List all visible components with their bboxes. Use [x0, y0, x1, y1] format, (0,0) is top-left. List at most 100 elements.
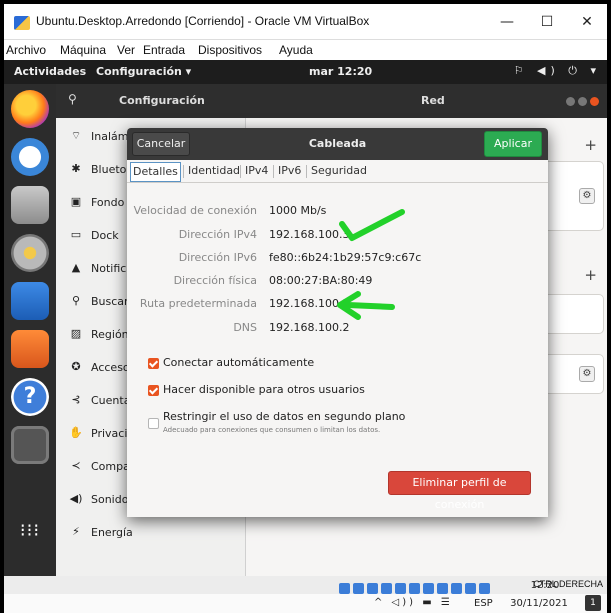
software-center-icon[interactable] [11, 330, 49, 368]
region-icon: ▨ [70, 327, 82, 340]
taskbar-date[interactable]: 30/11/2021 [504, 598, 574, 609]
sidebar-item-label: Dock [91, 229, 119, 242]
audio-icon[interactable] [367, 583, 378, 594]
cpu-icon[interactable] [451, 583, 462, 594]
usb-icon[interactable] [395, 583, 406, 594]
virtualbox-app-icon [14, 16, 30, 30]
language-indicator[interactable]: ESP [474, 598, 493, 609]
shared-folders-icon[interactable] [409, 583, 420, 594]
search-icon[interactable]: ⚲ [68, 92, 77, 106]
virtualbox-status-bar: CTRL DERECHA [4, 576, 607, 594]
network-icon[interactable] [381, 583, 392, 594]
sidebar-item-label: Sonido [91, 493, 129, 506]
detail-mac: Dirección física 08:00:27:BA:80:49 [127, 274, 548, 290]
sidebar-item-energía[interactable]: ⚡ Energía [56, 522, 246, 544]
share-users-checkbox[interactable] [148, 385, 159, 396]
add-vpn-icon[interactable]: + [584, 266, 597, 284]
settings-header: ⚲ Configuración Red [56, 84, 607, 118]
sidebar-title: Configuración [119, 94, 205, 107]
tab-separator [273, 165, 274, 178]
bluetooth-icon: ✱ [71, 162, 81, 175]
tab-ipv6[interactable]: IPv6 [276, 162, 303, 182]
restrict-data-label[interactable]: Restringir el uso de datos en segundo pl… [163, 410, 405, 423]
tab-ipv4[interactable]: IPv4 [243, 162, 270, 182]
detail-value: 08:00:27:BA:80:49 [269, 274, 373, 287]
app-menu[interactable]: Configuración ▾ [96, 65, 191, 78]
power-icon: ⚡ [72, 525, 80, 538]
restrict-data-checkbox[interactable] [148, 418, 159, 429]
menu-ver[interactable]: Ver [117, 43, 135, 57]
rhythmbox-icon[interactable] [11, 234, 49, 272]
wired-connection-dialog: Cancelar Cableada Aplicar Detalles Ident… [127, 128, 548, 517]
minimize-button[interactable]: — [487, 10, 527, 34]
green-arrow-annotation [337, 291, 395, 320]
notifications-icon[interactable]: 1 [585, 595, 601, 611]
sidebar-item-label: Buscar [91, 295, 129, 308]
wired-gear-icon[interactable]: ⚙ [579, 188, 595, 204]
virtualbox-menubar: Archivo Máquina Ver Entrada Dispositivos… [4, 40, 607, 60]
sound-icon: ◀) [69, 492, 83, 505]
menu-dispositivos[interactable]: Dispositivos [198, 43, 262, 57]
close-button[interactable]: ✕ [567, 10, 607, 34]
auto-connect-label[interactable]: Conectar automáticamente [163, 356, 314, 369]
menu-ayuda[interactable]: Ayuda [279, 43, 313, 57]
tab-seguridad[interactable]: Seguridad [309, 162, 369, 182]
detail-key: Velocidad de conexión [133, 204, 257, 217]
detail-ipv6: Dirección IPv6 fe80::6b24:1b29:57c9:c67c [127, 251, 548, 267]
menu-archivo[interactable]: Archivo [6, 43, 46, 57]
apply-button[interactable]: Aplicar [484, 131, 542, 157]
optical-icon[interactable] [353, 583, 364, 594]
delete-connection-profile-button[interactable]: Eliminar perfil de conexión [388, 471, 531, 511]
restrict-data-sublabel: Adecuado para conexiones que consumen o … [163, 426, 381, 434]
search-icon: ⚲ [71, 294, 81, 307]
show-applications-icon[interactable]: ⁝⁝⁝ [11, 512, 49, 550]
dialog-tabs: Detalles Identidad IPv4 IPv6 Seguridad [127, 160, 548, 183]
sidebar-item-label: Región [91, 328, 129, 341]
taskbar-tray-icons[interactable]: ^ ◁)) ▬ ☰ [374, 597, 453, 608]
keyboard-icon[interactable] [479, 583, 490, 594]
add-wired-icon[interactable]: + [584, 136, 597, 154]
maximize-window-icon[interactable] [578, 97, 587, 106]
detail-key: Dirección IPv4 [178, 228, 257, 241]
accounts-icon: ⊰ [71, 393, 81, 406]
maximize-button[interactable]: ☐ [527, 10, 567, 34]
firefox-icon[interactable] [11, 90, 49, 128]
menu-maquina[interactable]: Máquina [60, 43, 106, 57]
panel-title: Red [421, 94, 445, 107]
window-title: Ubuntu.Desktop.Arredondo [Corriendo] - O… [36, 14, 370, 28]
menu-entrada[interactable]: Entrada [143, 43, 185, 57]
close-window-icon[interactable] [590, 97, 599, 106]
minimize-window-icon[interactable] [566, 97, 575, 106]
detail-value: 192.168.100.2 [269, 321, 350, 334]
green-checkmark-annotation [339, 209, 405, 241]
thunderbird-icon[interactable] [11, 138, 49, 176]
detail-value: fe80::6b24:1b29:57c9:c67c [269, 251, 422, 264]
sidebar-item-label: Fondo [91, 196, 125, 209]
recording-icon[interactable] [437, 583, 448, 594]
notifications-icon: ▲ [71, 261, 81, 274]
tab-separator [306, 165, 307, 178]
writer-icon[interactable] [11, 282, 49, 320]
system-tray-menu[interactable]: ⚐ ◀) ⏻ ▾ [514, 64, 601, 78]
device-status-icons[interactable] [339, 579, 539, 594]
share-users-label[interactable]: Hacer disponible para otros usuarios [163, 383, 365, 396]
virtualbox-title-bar: Ubuntu.Desktop.Arredondo [Corriendo] - O… [4, 4, 607, 40]
tab-identidad[interactable]: Identidad [186, 162, 242, 182]
display-icon[interactable] [423, 583, 434, 594]
detail-key: Dirección IPv6 [178, 251, 257, 264]
tab-detalles[interactable]: Detalles [130, 162, 181, 182]
activities-button[interactable]: Actividades [14, 65, 86, 78]
clock[interactable]: mar 12:20 [309, 65, 372, 78]
taskbar-time[interactable]: 12:20 [520, 580, 570, 591]
hdd-icon[interactable] [339, 583, 350, 594]
auto-connect-checkbox[interactable] [148, 358, 159, 369]
files-icon[interactable] [11, 186, 49, 224]
sharing-icon: ≺ [71, 459, 81, 472]
mouse-integration-icon[interactable] [465, 583, 476, 594]
detail-key: DNS [233, 321, 257, 334]
cancel-button[interactable]: Cancelar [132, 132, 190, 156]
settings-icon[interactable] [11, 426, 49, 464]
help-icon[interactable]: ? [11, 378, 49, 416]
proxy-gear-icon[interactable]: ⚙ [579, 366, 595, 382]
ubuntu-dock: ? ⁝⁝⁝ [4, 84, 56, 576]
